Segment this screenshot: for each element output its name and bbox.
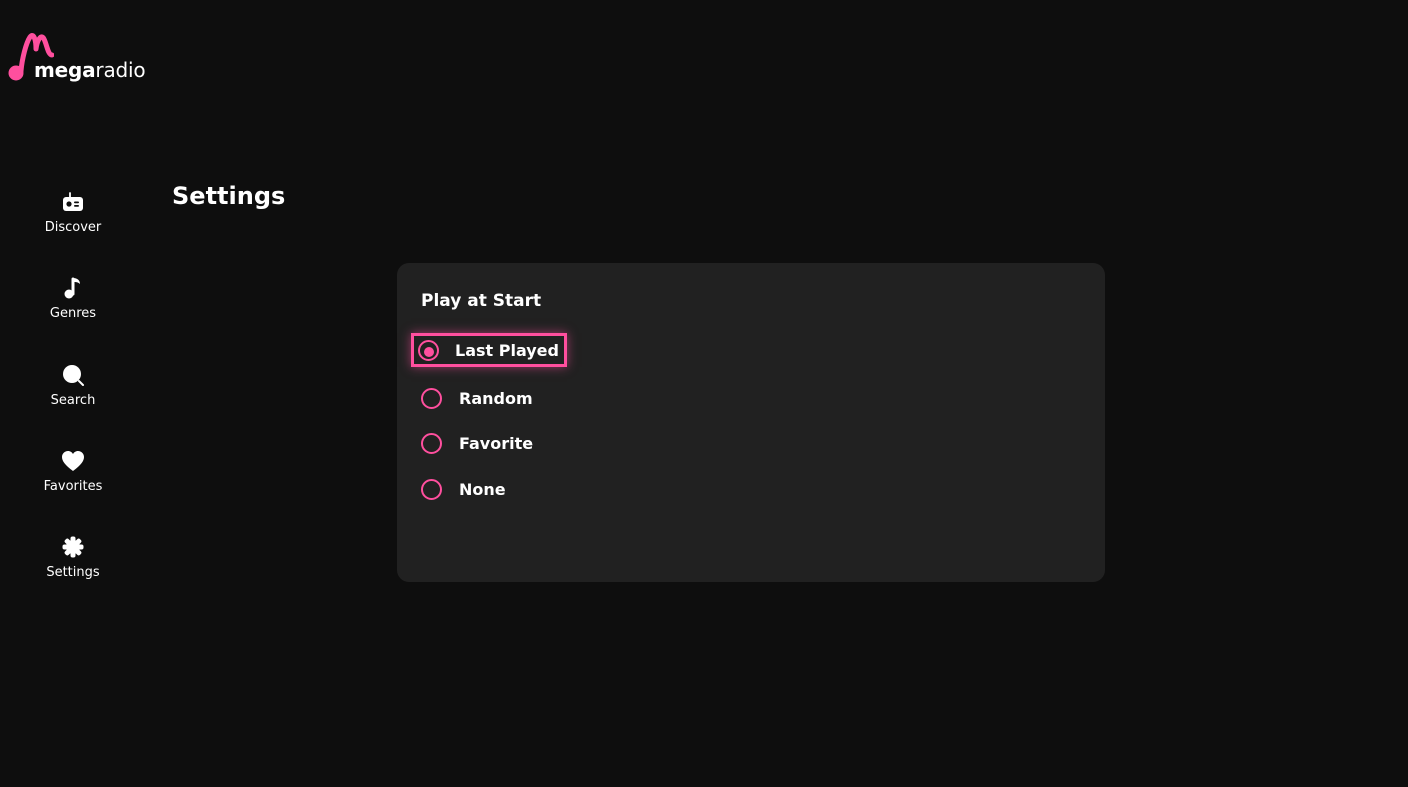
play-at-start-title: Play at Start (421, 291, 542, 311)
option-label: None (459, 479, 506, 499)
app-root: megaradio Discover Genres Search Favorit… (0, 0, 1408, 787)
option-favorite[interactable]: Favorite (421, 428, 533, 458)
play-at-start-card: Play at Start Last Played Random Favorit… (397, 263, 1105, 582)
radio-icon (61, 190, 85, 214)
sidebar-item-genres[interactable]: Genres (23, 276, 123, 336)
sidebar-item-favorites[interactable]: Favorites (23, 449, 123, 509)
music-note-icon (61, 276, 85, 300)
radio-button-checked[interactable] (418, 339, 439, 361)
search-icon (61, 363, 85, 387)
sidebar-item-label: Search (50, 393, 96, 408)
music-note-logo-icon (8, 33, 55, 81)
sidebar-item-discover[interactable]: Discover (23, 190, 123, 250)
option-last-played[interactable]: Last Played (411, 333, 567, 367)
sidebar-item-label: Genres (49, 306, 97, 321)
sidebar-item-label: Discover (44, 220, 102, 235)
radio-button[interactable] (421, 432, 442, 454)
sidebar-item-search[interactable]: Search (23, 363, 123, 423)
logo-light-text: radio (95, 58, 146, 82)
gear-icon (61, 535, 85, 559)
sidebar-item-label: Settings (46, 565, 100, 580)
option-label: Last Played (455, 340, 559, 360)
heart-icon (61, 449, 85, 473)
option-none[interactable]: None (421, 474, 506, 504)
option-random[interactable]: Random (421, 383, 533, 413)
page-title: Settings (172, 182, 286, 210)
radio-button[interactable] (421, 387, 442, 409)
megaradio-logo: megaradio (8, 33, 146, 82)
radio-button[interactable] (421, 478, 442, 500)
option-label: Random (459, 388, 533, 408)
sidebar-item-settings[interactable]: Settings (23, 535, 123, 595)
sidebar-item-label: Favorites (43, 479, 103, 494)
option-label: Favorite (459, 433, 534, 453)
